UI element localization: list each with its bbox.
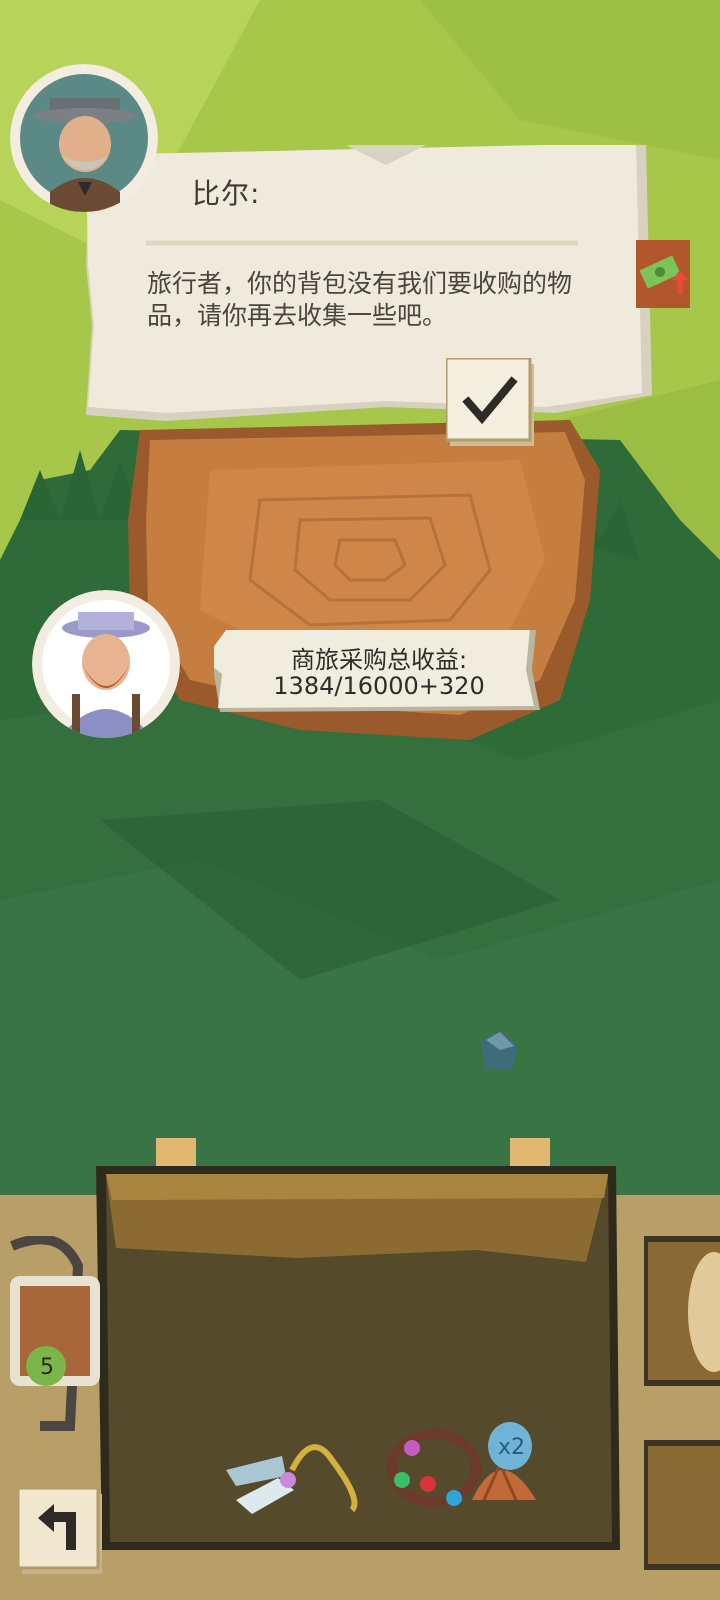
tool-badge: 5 xyxy=(40,1355,54,1380)
confirm-button[interactable] xyxy=(444,356,538,450)
earnings-title: 商旅采购总收益: xyxy=(290,646,468,674)
seashell-item[interactable]: x2 xyxy=(464,1420,544,1520)
speaker-portrait xyxy=(10,64,158,212)
slingshot-icon: 5 xyxy=(10,1234,100,1431)
dialog-message: 旅行者，你的背包没有我们要收购的物品，请你再去收集一些吧。 xyxy=(147,269,573,330)
back-button[interactable] xyxy=(16,1486,104,1576)
shop-tab[interactable] xyxy=(636,240,690,310)
side-slot-top[interactable] xyxy=(644,1236,720,1386)
tool-slot[interactable]: 5 xyxy=(0,1234,120,1436)
game-scene: 比尔: 旅行者，你的背包没有我们要收购的物品，请你再去收集一些吧。 商旅采购总收… xyxy=(0,0,720,1600)
earnings-value: 1384/16000+320 xyxy=(273,672,485,700)
back-arrow-icon xyxy=(16,1486,102,1574)
speaker-name: 比尔: xyxy=(192,177,261,210)
crystal-necklace-item[interactable] xyxy=(222,1430,372,1520)
money-icon xyxy=(636,240,690,308)
item-count-badge: x2 xyxy=(498,1435,525,1460)
side-slot-bottom[interactable] xyxy=(644,1440,720,1570)
player-portrait xyxy=(32,590,180,738)
checkmark-icon xyxy=(444,356,534,446)
